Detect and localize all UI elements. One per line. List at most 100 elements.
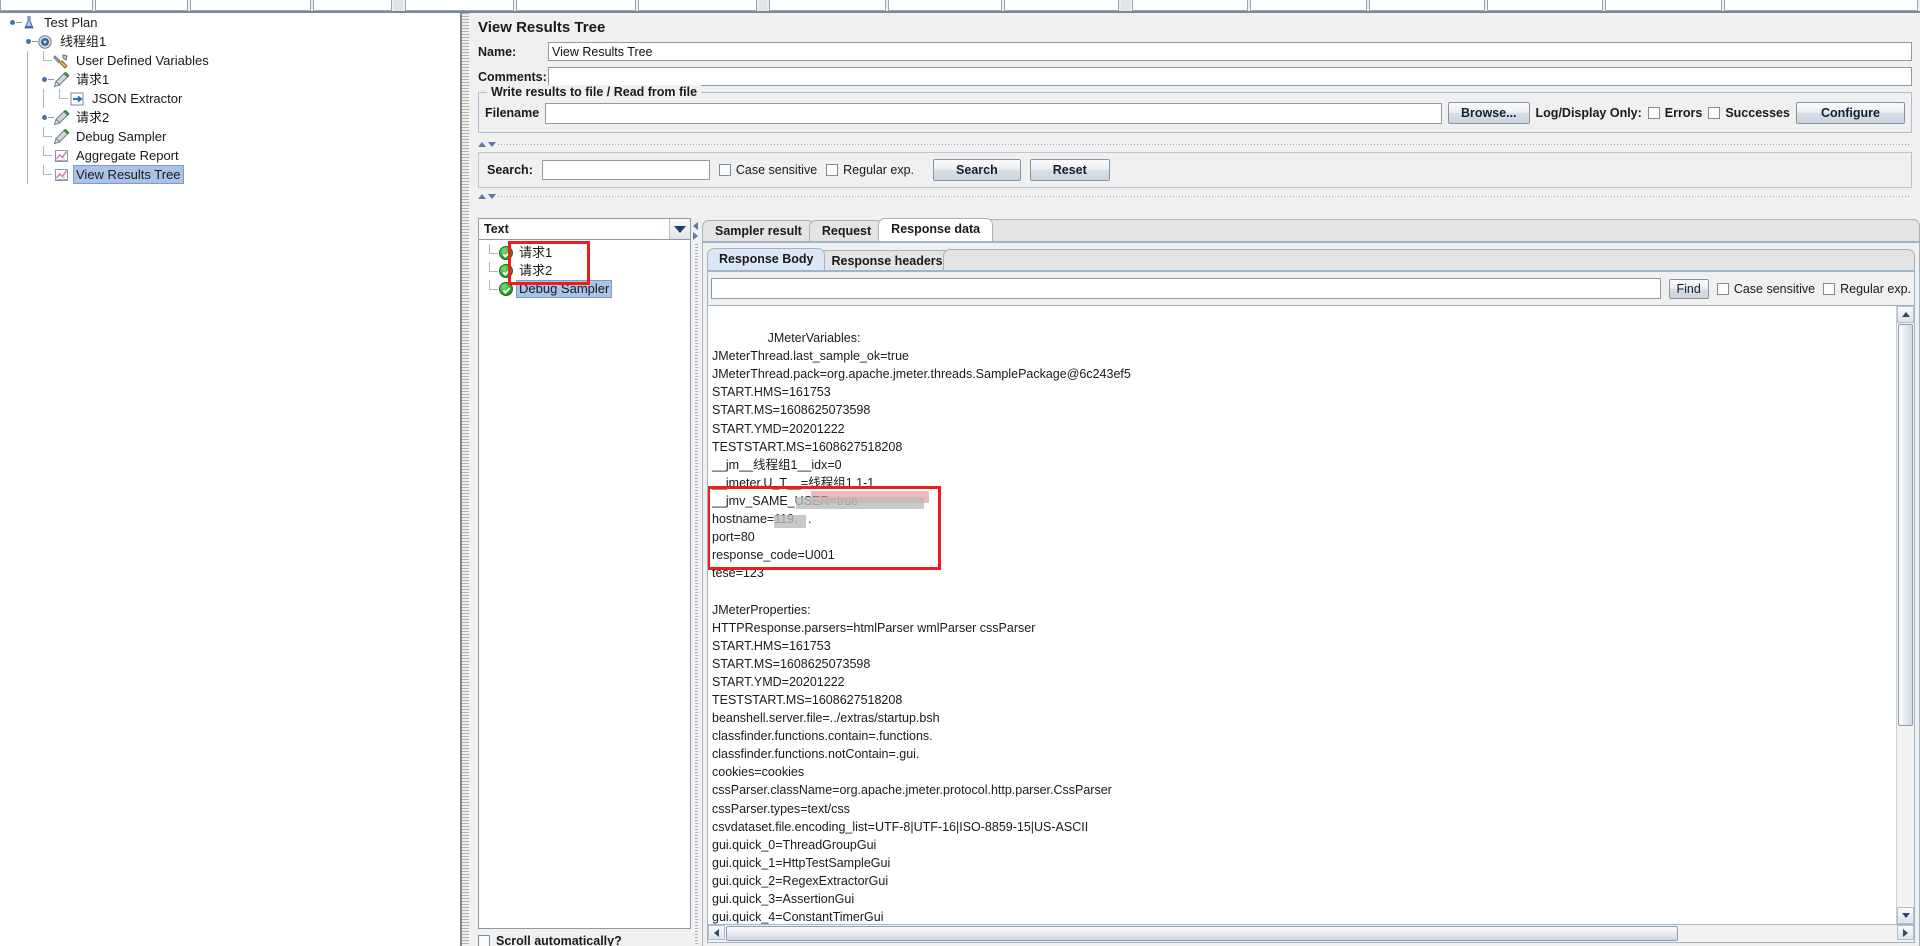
search-regular-exp-checkbox[interactable] (826, 164, 839, 176)
toolbar-button-expand[interactable] (769, 0, 886, 11)
find-case-sensitive-wrap[interactable]: Case sensitive (1716, 282, 1815, 296)
expand-handle-icon[interactable] (36, 70, 54, 89)
toolbar-button-collapse[interactable] (887, 0, 1003, 11)
renderer-select[interactable]: Text (478, 218, 691, 240)
name-row: Name: (469, 42, 1920, 61)
toolbar-button-start-no-pauses[interactable] (1250, 0, 1367, 11)
tab-sampler-result[interactable]: Sampler result (702, 220, 815, 241)
renderer-selected-value: Text (484, 222, 509, 236)
search-case-sensitive-checkbox[interactable] (718, 164, 731, 176)
tree-item-request-2[interactable]: 请求2 (0, 108, 460, 127)
test-plan-tree[interactable]: Test Plan 线程组1 User Defined Variables 请求… (0, 11, 462, 946)
toolbar-button-cut[interactable] (405, 0, 514, 11)
collapse-up-icon[interactable] (478, 141, 486, 147)
reset-button[interactable]: Reset (1029, 159, 1110, 181)
scroll-right-icon[interactable] (1897, 925, 1914, 940)
tab-request[interactable]: Request (808, 220, 885, 241)
toolbar-button-templates[interactable] (95, 0, 189, 11)
response-body-hscrollbar[interactable] (707, 925, 1915, 943)
expand-handle-icon[interactable] (4, 13, 22, 32)
collapse-handle-icon[interactable] (36, 108, 54, 127)
errors-checkbox[interactable] (1647, 107, 1660, 119)
comments-row: Comments: (469, 67, 1920, 86)
toolbar-button-save[interactable] (312, 0, 393, 11)
test-plan-icon (20, 14, 38, 31)
tree-item-thread-group[interactable]: 线程组1 (0, 32, 460, 51)
scroll-automatically-checkbox[interactable] (478, 935, 490, 946)
response-body-area[interactable]: JMeterVariables: JMeterThread.last_sampl… (707, 305, 1915, 925)
search-case-sensitive-wrap[interactable]: Case sensitive (718, 163, 817, 177)
subtab-response-headers[interactable]: Response headers (819, 250, 955, 270)
results-splitter[interactable] (691, 218, 702, 946)
tab-response-data[interactable]: Response data (878, 218, 994, 241)
tree-guide (20, 146, 36, 165)
tabstrip-filler (981, 219, 1920, 241)
tree-item-aggregate-report[interactable]: Aggregate Report (0, 146, 460, 165)
tree-guide (20, 51, 36, 70)
list-item[interactable]: 请求2 (479, 262, 690, 280)
find-button[interactable]: Find (1668, 278, 1709, 299)
splitter-right-icon[interactable] (693, 232, 698, 240)
tree-item-label: 线程组1 (60, 34, 107, 49)
collapse-divider (478, 140, 1911, 148)
successes-checkbox-wrap[interactable]: Successes (1708, 106, 1790, 120)
find-regular-exp-wrap[interactable]: Regular exp. (1823, 282, 1911, 296)
toolbar-button-paste[interactable] (638, 0, 757, 11)
toolbar-button-shutdown[interactable] (1486, 0, 1604, 11)
find-input[interactable] (711, 278, 1661, 299)
result-detail-tabs: Sampler result Request Response data Res… (702, 218, 1920, 946)
filename-input[interactable] (545, 102, 1442, 124)
list-item[interactable]: Debug Sampler (479, 280, 690, 298)
search-regular-exp-wrap[interactable]: Regular exp. (826, 163, 914, 177)
search-input[interactable] (541, 160, 710, 180)
tree-guide (52, 89, 68, 108)
search-button[interactable]: Search (933, 159, 1021, 181)
toolbar-button-copy[interactable] (515, 0, 637, 11)
splitter-left-icon[interactable] (693, 222, 698, 230)
successes-checkbox[interactable] (1708, 107, 1721, 119)
hscroll-thumb[interactable] (726, 926, 1678, 941)
find-case-sensitive-checkbox[interactable] (1716, 282, 1729, 295)
scroll-down-icon[interactable] (1897, 907, 1914, 924)
tree-item-test-plan[interactable]: Test Plan (0, 13, 460, 32)
configure-button[interactable]: Configure (1795, 102, 1905, 124)
response-body-text[interactable]: JMeterVariables: JMeterThread.last_sampl… (708, 306, 1896, 924)
list-item-label: 请求2 (519, 263, 553, 278)
errors-checkbox-wrap[interactable]: Errors (1647, 106, 1702, 120)
toolbar-button-toggle[interactable] (1004, 0, 1119, 11)
browse-button[interactable]: Browse... (1447, 102, 1530, 124)
scroll-up-icon[interactable] (1897, 306, 1914, 323)
sampler-results-list[interactable]: 请求1 请求2 Debug Sampler (478, 240, 691, 929)
expand-handle-icon[interactable] (20, 32, 38, 51)
lower-collapse-down-icon[interactable] (488, 193, 496, 199)
chevron-down-icon[interactable] (669, 219, 690, 239)
name-input[interactable] (548, 42, 1912, 61)
toolbar-button-start[interactable] (1131, 0, 1249, 11)
tree-item-json-extractor[interactable]: JSON Extractor (0, 89, 460, 108)
jmeter-window: Test Plan 线程组1 User Defined Variables 请求… (0, 0, 1920, 946)
scroll-automatically-wrap[interactable]: Scroll automatically? (478, 929, 691, 946)
main-splitter[interactable] (462, 13, 469, 946)
lower-collapse-up-icon[interactable] (478, 193, 486, 199)
scroll-left-icon[interactable] (708, 925, 725, 940)
response-body-vscrollbar[interactable] (1896, 306, 1914, 924)
tree-item-debug-sampler[interactable]: Debug Sampler (0, 127, 460, 146)
subtab-response-body[interactable]: Response Body (707, 248, 826, 270)
tree-item-view-results-tree[interactable]: View Results Tree (0, 165, 460, 184)
main-tabstrip: Sampler result Request Response data (702, 218, 1920, 243)
toolbar-button-new[interactable] (0, 0, 94, 11)
collapse-down-icon[interactable] (488, 141, 496, 147)
tree-item-request-1[interactable]: 请求1 (0, 70, 460, 89)
toolbar-button-open[interactable] (190, 0, 311, 11)
toolbar-button-clear[interactable] (1605, 0, 1722, 11)
comments-input[interactable] (548, 67, 1912, 86)
success-icon (499, 246, 513, 260)
toolbar-button-clear-all[interactable] (1723, 0, 1918, 11)
list-item[interactable]: 请求1 (479, 244, 690, 262)
find-regular-exp-checkbox[interactable] (1823, 282, 1836, 295)
divider-line (498, 143, 1911, 145)
search-panel: Search: Case sensitive Regular exp. Sear… (478, 152, 1912, 188)
vscroll-thumb[interactable] (1898, 324, 1913, 726)
tree-item-user-defined-variables[interactable]: User Defined Variables (0, 51, 460, 70)
toolbar-button-stop[interactable] (1368, 0, 1485, 11)
